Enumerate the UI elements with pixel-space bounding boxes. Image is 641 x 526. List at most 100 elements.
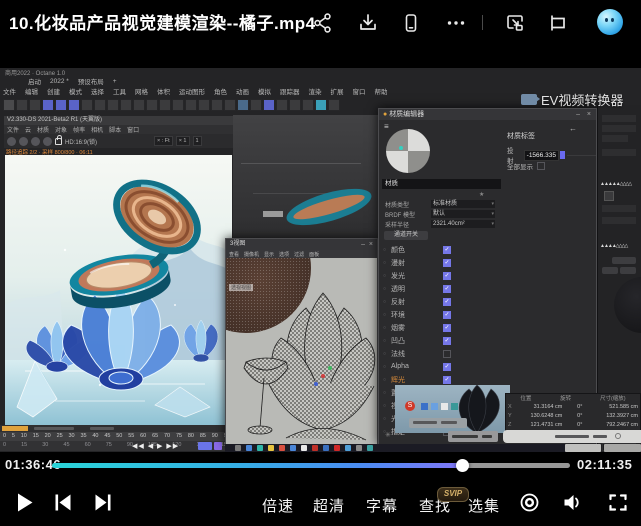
viewport-perspective [233, 115, 378, 238]
second-tick: 45 [63, 441, 69, 451]
back-arrow-icon [569, 124, 577, 133]
volume-icon[interactable] [562, 493, 582, 512]
watermark: EV视频转换器 [521, 90, 623, 109]
episodes-button[interactable]: 选集 [468, 495, 500, 516]
wireframe-menu-item: 摄像机 [244, 251, 259, 258]
tip-strip [503, 430, 641, 443]
subtitles-button[interactable]: 字幕 [366, 495, 398, 516]
progress-knob[interactable] [456, 459, 469, 472]
taskbar-app-icon [323, 445, 329, 451]
previous-button[interactable] [54, 494, 72, 511]
c4d-tab: 2022 * [50, 78, 69, 85]
taskbar-app-icon [257, 445, 263, 451]
coords-header: 位置旋转尺寸(缩放) [506, 394, 640, 402]
taskbar-app-icon [367, 445, 373, 451]
coords-rows: X 31.3164 cm 0° 521.585 cm Y 130.6248 cm… [506, 402, 640, 429]
player-bottom-bar: 01:36:46 02:11:35 倍速 超清 字幕 查找 SVIP 选集 [0, 452, 641, 526]
lock-icon [55, 138, 62, 145]
status-progress-chip [2, 426, 28, 431]
channel-checkbox [443, 363, 451, 371]
channel-row: 颜色 [383, 243, 495, 256]
c4d-menu-item: 渲染 [309, 86, 322, 96]
c4d-toolbar-button [289, 99, 301, 111]
play-button[interactable] [16, 492, 34, 513]
c4d-toolbar-button [198, 99, 210, 111]
c4d-menu-item: 创建 [47, 86, 60, 96]
c4d-toolbar-button [3, 99, 15, 111]
frame-tick: 15 [33, 432, 39, 441]
star-icon [479, 191, 484, 198]
channel-row: 烟雾 [383, 321, 495, 334]
channel-dot [383, 364, 391, 370]
second-tick: 60 [85, 441, 91, 451]
quality-button[interactable]: 超清 [313, 495, 345, 516]
channel-checkbox [443, 350, 451, 358]
c4d-toolbar-button [146, 99, 158, 111]
channel-dot [383, 390, 391, 396]
taskbar-app-icon [290, 445, 296, 451]
channel-checkbox [443, 337, 451, 345]
speed-button[interactable]: 倍速 [262, 495, 294, 516]
c4d-tab: 启动 [28, 76, 41, 86]
c4d-tabs: 启动2022 *预设布局+ [28, 76, 126, 86]
video-surface[interactable]: 商用2022 · Octane 1.0 启动2022 *预设布局+ 文件编辑创建… [0, 68, 641, 452]
c4d-tab: + [113, 78, 117, 85]
c4d-toolbar-button [263, 99, 275, 111]
channel-dot [383, 273, 391, 279]
material-property-row: 材质类型 标准材质 [385, 199, 497, 209]
screenshot-icon[interactable] [504, 12, 526, 34]
mini-player-icon[interactable] [547, 12, 569, 34]
coords-header-cell: 位置 [520, 394, 531, 402]
frame-tick: 40 [92, 432, 98, 441]
c4d-toolbar-button [172, 99, 184, 111]
more-icon[interactable] [445, 12, 467, 34]
c4d-toolbar-button [16, 99, 28, 111]
wireframe-window: 3视图 查看摄像机显示选项过滤面板 透视视图 [225, 238, 378, 445]
frame-tick: 70 [164, 432, 170, 441]
record-circle-icon[interactable] [520, 493, 539, 512]
material-tag-header: 材质标签 [507, 131, 535, 141]
next-button[interactable] [94, 494, 112, 511]
channel-row: 凹凸 [383, 334, 495, 347]
render-toolbar-boxes: × : Ft× 11 [154, 136, 205, 146]
c4d-toolbar-button [81, 99, 93, 111]
channel-row: 漫射 [383, 256, 495, 269]
channel-dot [383, 247, 391, 253]
c4d-menu-item: 帮助 [375, 86, 388, 96]
material-property-row: BRDF 模型 默认 [385, 209, 497, 219]
frame-tick: 90 [212, 432, 218, 441]
channel-dot [383, 377, 391, 383]
render-menu-item: 云 [25, 125, 31, 134]
share-icon[interactable] [312, 12, 334, 34]
fullscreen-icon[interactable] [609, 494, 627, 511]
render-resolution: HD:16:9(锁) [65, 137, 97, 146]
coords-header-cell: 尺寸(缩放) [600, 394, 626, 402]
c4d-menu-item: 动画 [236, 86, 249, 96]
taskbar-app-icon [334, 445, 340, 451]
channel-checkbox [443, 246, 451, 254]
watermark-text: EV视频转换器 [541, 90, 623, 109]
material-property-row: 采样半径 2321.40cm² [385, 219, 497, 229]
material-preview-sphere [386, 129, 430, 173]
c4d-toolbar-button [328, 99, 340, 111]
c4d-menu-item: 网格 [135, 86, 148, 96]
minimize-icon [361, 239, 365, 250]
c4d-menu-item: 选择 [91, 86, 104, 96]
c4d-menu-item: 文件 [3, 86, 16, 96]
frame-tick: 80 [188, 432, 194, 441]
object-triangle-icons-2: ▲▲▲▲△△△△ [600, 243, 627, 249]
phone-cast-icon[interactable] [400, 12, 422, 34]
second-tick: 75 [106, 441, 112, 451]
progress-bar[interactable] [52, 463, 570, 468]
render-menu-item: 相机 [91, 125, 103, 134]
second-tick: 30 [42, 441, 48, 451]
download-icon[interactable] [357, 12, 379, 34]
hamburger-icon [384, 122, 389, 131]
wireframe-window-menu: 查看摄像机显示选项过滤面板 [226, 250, 377, 258]
channel-dot [383, 299, 391, 305]
c4d-toolbar-button [224, 99, 236, 111]
viewport-info-chip [409, 418, 467, 428]
user-avatar[interactable] [597, 9, 623, 35]
c4d-toolbar-button [29, 99, 41, 111]
c4d-toolbar-button [68, 99, 80, 111]
